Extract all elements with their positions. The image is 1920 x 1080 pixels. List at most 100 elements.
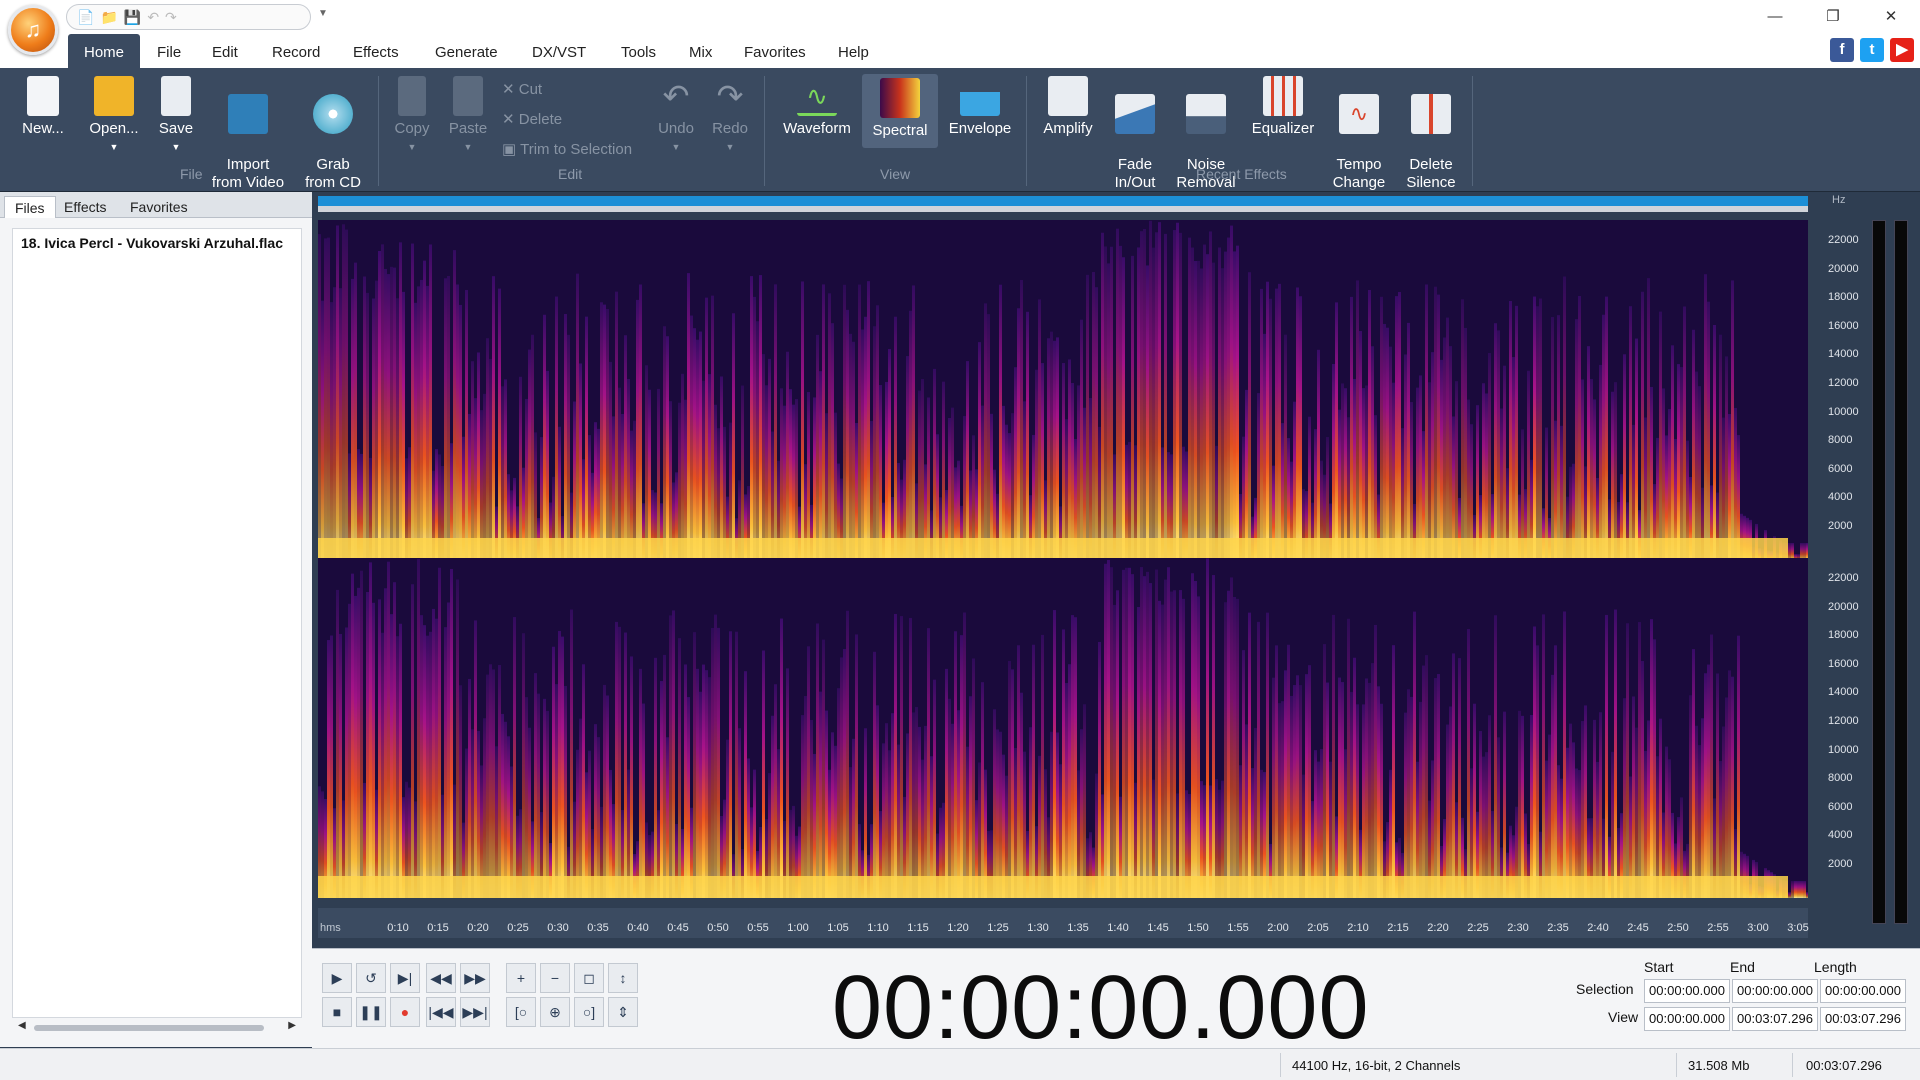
trim-label: Trim to Selection [520,141,633,158]
zoom-plus-icon[interactable]: ⊕ [540,997,570,1027]
cut-button[interactable]: ✕ Cut [502,80,542,98]
amplify-button[interactable]: Amplify [1040,76,1096,138]
menu-help[interactable]: Help [838,44,869,61]
play-icon[interactable]: ▶ [322,963,352,993]
redo-icon[interactable]: ↷ [165,9,177,26]
menu-record[interactable]: Record [272,44,320,61]
menu-effects[interactable]: Effects [353,44,399,61]
scroll-left-icon[interactable]: ◀ [18,1020,26,1031]
vertical-zoom-out-icon[interactable]: ⇕ [608,997,638,1027]
rewind-icon[interactable]: ◀◀ [426,963,456,993]
menu-edit[interactable]: Edit [212,44,238,61]
menu-generate[interactable]: Generate [435,44,498,61]
spectral-column [762,354,765,560]
zoom-full-icon[interactable]: ◻ [574,963,604,993]
open-button[interactable]: Open... ▼ [84,76,144,156]
save-button[interactable]: Save ▼ [156,76,196,156]
menu-tools[interactable]: Tools [621,44,656,61]
spectral-column [393,267,396,560]
overview-bar[interactable] [318,196,1808,206]
pause-icon[interactable]: ❚❚ [356,997,386,1027]
go-to-end-icon[interactable]: ▶▶| [460,997,490,1027]
view-start-field[interactable]: 00:00:00.000 [1644,1007,1730,1031]
selection-length-field[interactable]: 00:00:00.000 [1820,979,1906,1003]
zoom-out-icon[interactable]: − [540,963,570,993]
zoom-selection-icon[interactable]: [○ [506,997,536,1027]
selection-end-field[interactable]: 00:00:00.000 [1732,979,1818,1003]
go-to-start-icon[interactable]: |◀◀ [426,997,456,1027]
view-length-field[interactable]: 00:03:07.296 [1820,1007,1906,1031]
spectral-column [480,410,483,560]
spectral-column [1353,657,1356,898]
spectral-column [912,712,915,898]
equalizer-label: Equalizer [1251,120,1315,137]
stop-icon[interactable]: ■ [322,997,352,1027]
spectral-button[interactable]: Spectral [862,74,938,148]
minimize-button[interactable]: — [1746,0,1804,34]
save-icon[interactable]: 💾 [124,9,141,26]
loop-icon[interactable]: ↺ [356,963,386,993]
spectral-column [666,336,669,560]
tab-effects[interactable]: Effects [54,196,117,218]
app-logo[interactable]: ♫ [8,5,58,55]
envelope-button[interactable]: Envelope [946,76,1014,138]
overview-track[interactable] [318,206,1808,212]
fast-forward-icon[interactable]: ▶▶ [460,963,490,993]
delete-button[interactable]: ✕ Delete [502,110,562,128]
new-button[interactable]: New... [18,76,68,138]
spectral-column [1275,645,1278,898]
channel-right[interactable] [318,558,1808,898]
spectral-column [666,737,669,898]
horizontal-scrollbar[interactable]: ◀ ▶ [12,1018,302,1036]
menu-favorites[interactable]: Favorites [744,44,806,61]
new-file-icon[interactable]: 📄 [77,9,94,26]
redo-button[interactable]: ↷ Redo ▼ [708,76,752,156]
restore-button[interactable]: ❐ [1804,0,1862,34]
zoom-in-icon[interactable]: + [506,963,536,993]
grab-cd-button[interactable]: Grab from CD [300,76,366,192]
scroll-thumb[interactable] [34,1025,264,1031]
undo-button[interactable]: ↶ Undo ▼ [654,76,698,156]
tempo-change-button[interactable]: ∿ Tempo Change [1328,76,1390,192]
record-icon[interactable]: ● [390,997,420,1027]
waveform-button[interactable]: ∿ Waveform [780,76,854,138]
spectral-column [1509,300,1512,560]
spectral-column [1143,228,1146,560]
zoom-fit-icon[interactable]: ○] [574,997,604,1027]
channel-left[interactable] [318,220,1808,560]
frequency-tick-label: 18000 [1828,629,1859,642]
play-to-end-icon[interactable]: ▶| [390,963,420,993]
spectrogram-editor[interactable]: Hz 22000 20000 18000 16000 14000 12000 10000 80… [312,192,1920,948]
copy-icon [398,76,426,116]
menu-home[interactable]: Home [68,34,141,68]
customize-qat-icon[interactable]: ▼ [318,8,328,19]
close-button[interactable]: ✕ [1862,0,1920,34]
copy-button[interactable]: Copy ▼ [390,76,434,156]
import-video-button[interactable]: Import from Video [208,76,288,192]
spectral-column [711,627,714,898]
menu-file[interactable]: File [157,44,181,61]
menu-mix[interactable]: Mix [689,44,712,61]
equalizer-button[interactable]: Equalizer [1250,76,1316,138]
spectral-column [1503,711,1506,898]
selection-start-field[interactable]: 00:00:00.000 [1644,979,1730,1003]
paste-button[interactable]: Paste ▼ [446,76,490,156]
twitter-icon[interactable]: t [1860,38,1884,62]
trim-button[interactable]: ▣ Trim to Selection [502,140,632,158]
tab-favorites[interactable]: Favorites [120,196,198,218]
tab-files[interactable]: Files [4,196,56,218]
list-item[interactable]: 18. Ivica Percl - Vukovarski Arzuhal.fla… [21,235,283,251]
spectral-column [789,389,792,560]
menu-dxvst[interactable]: DX/VST [532,44,586,61]
delete-silence-button[interactable]: Delete Silence [1402,76,1460,192]
vertical-zoom-in-icon[interactable]: ↕ [608,963,638,993]
undo-icon[interactable]: ↶ [147,9,159,26]
facebook-icon[interactable]: f [1830,38,1854,62]
youtube-icon[interactable]: ▶ [1890,38,1914,62]
time-ruler[interactable]: hms 0:10 0:15 0:20 0:25 0:30 0:35 0:40 0:45 0:50… [318,908,1809,938]
view-end-field[interactable]: 00:03:07.296 [1732,1007,1818,1031]
scroll-right-icon[interactable]: ▶ [288,1020,296,1031]
fade-button[interactable]: Fade In/Out [1108,76,1162,192]
title-bar: 📄 📁 💾 ↶ ↷ ▼ — ❐ ✕ [0,0,1920,34]
open-folder-icon[interactable]: 📁 [100,9,117,26]
